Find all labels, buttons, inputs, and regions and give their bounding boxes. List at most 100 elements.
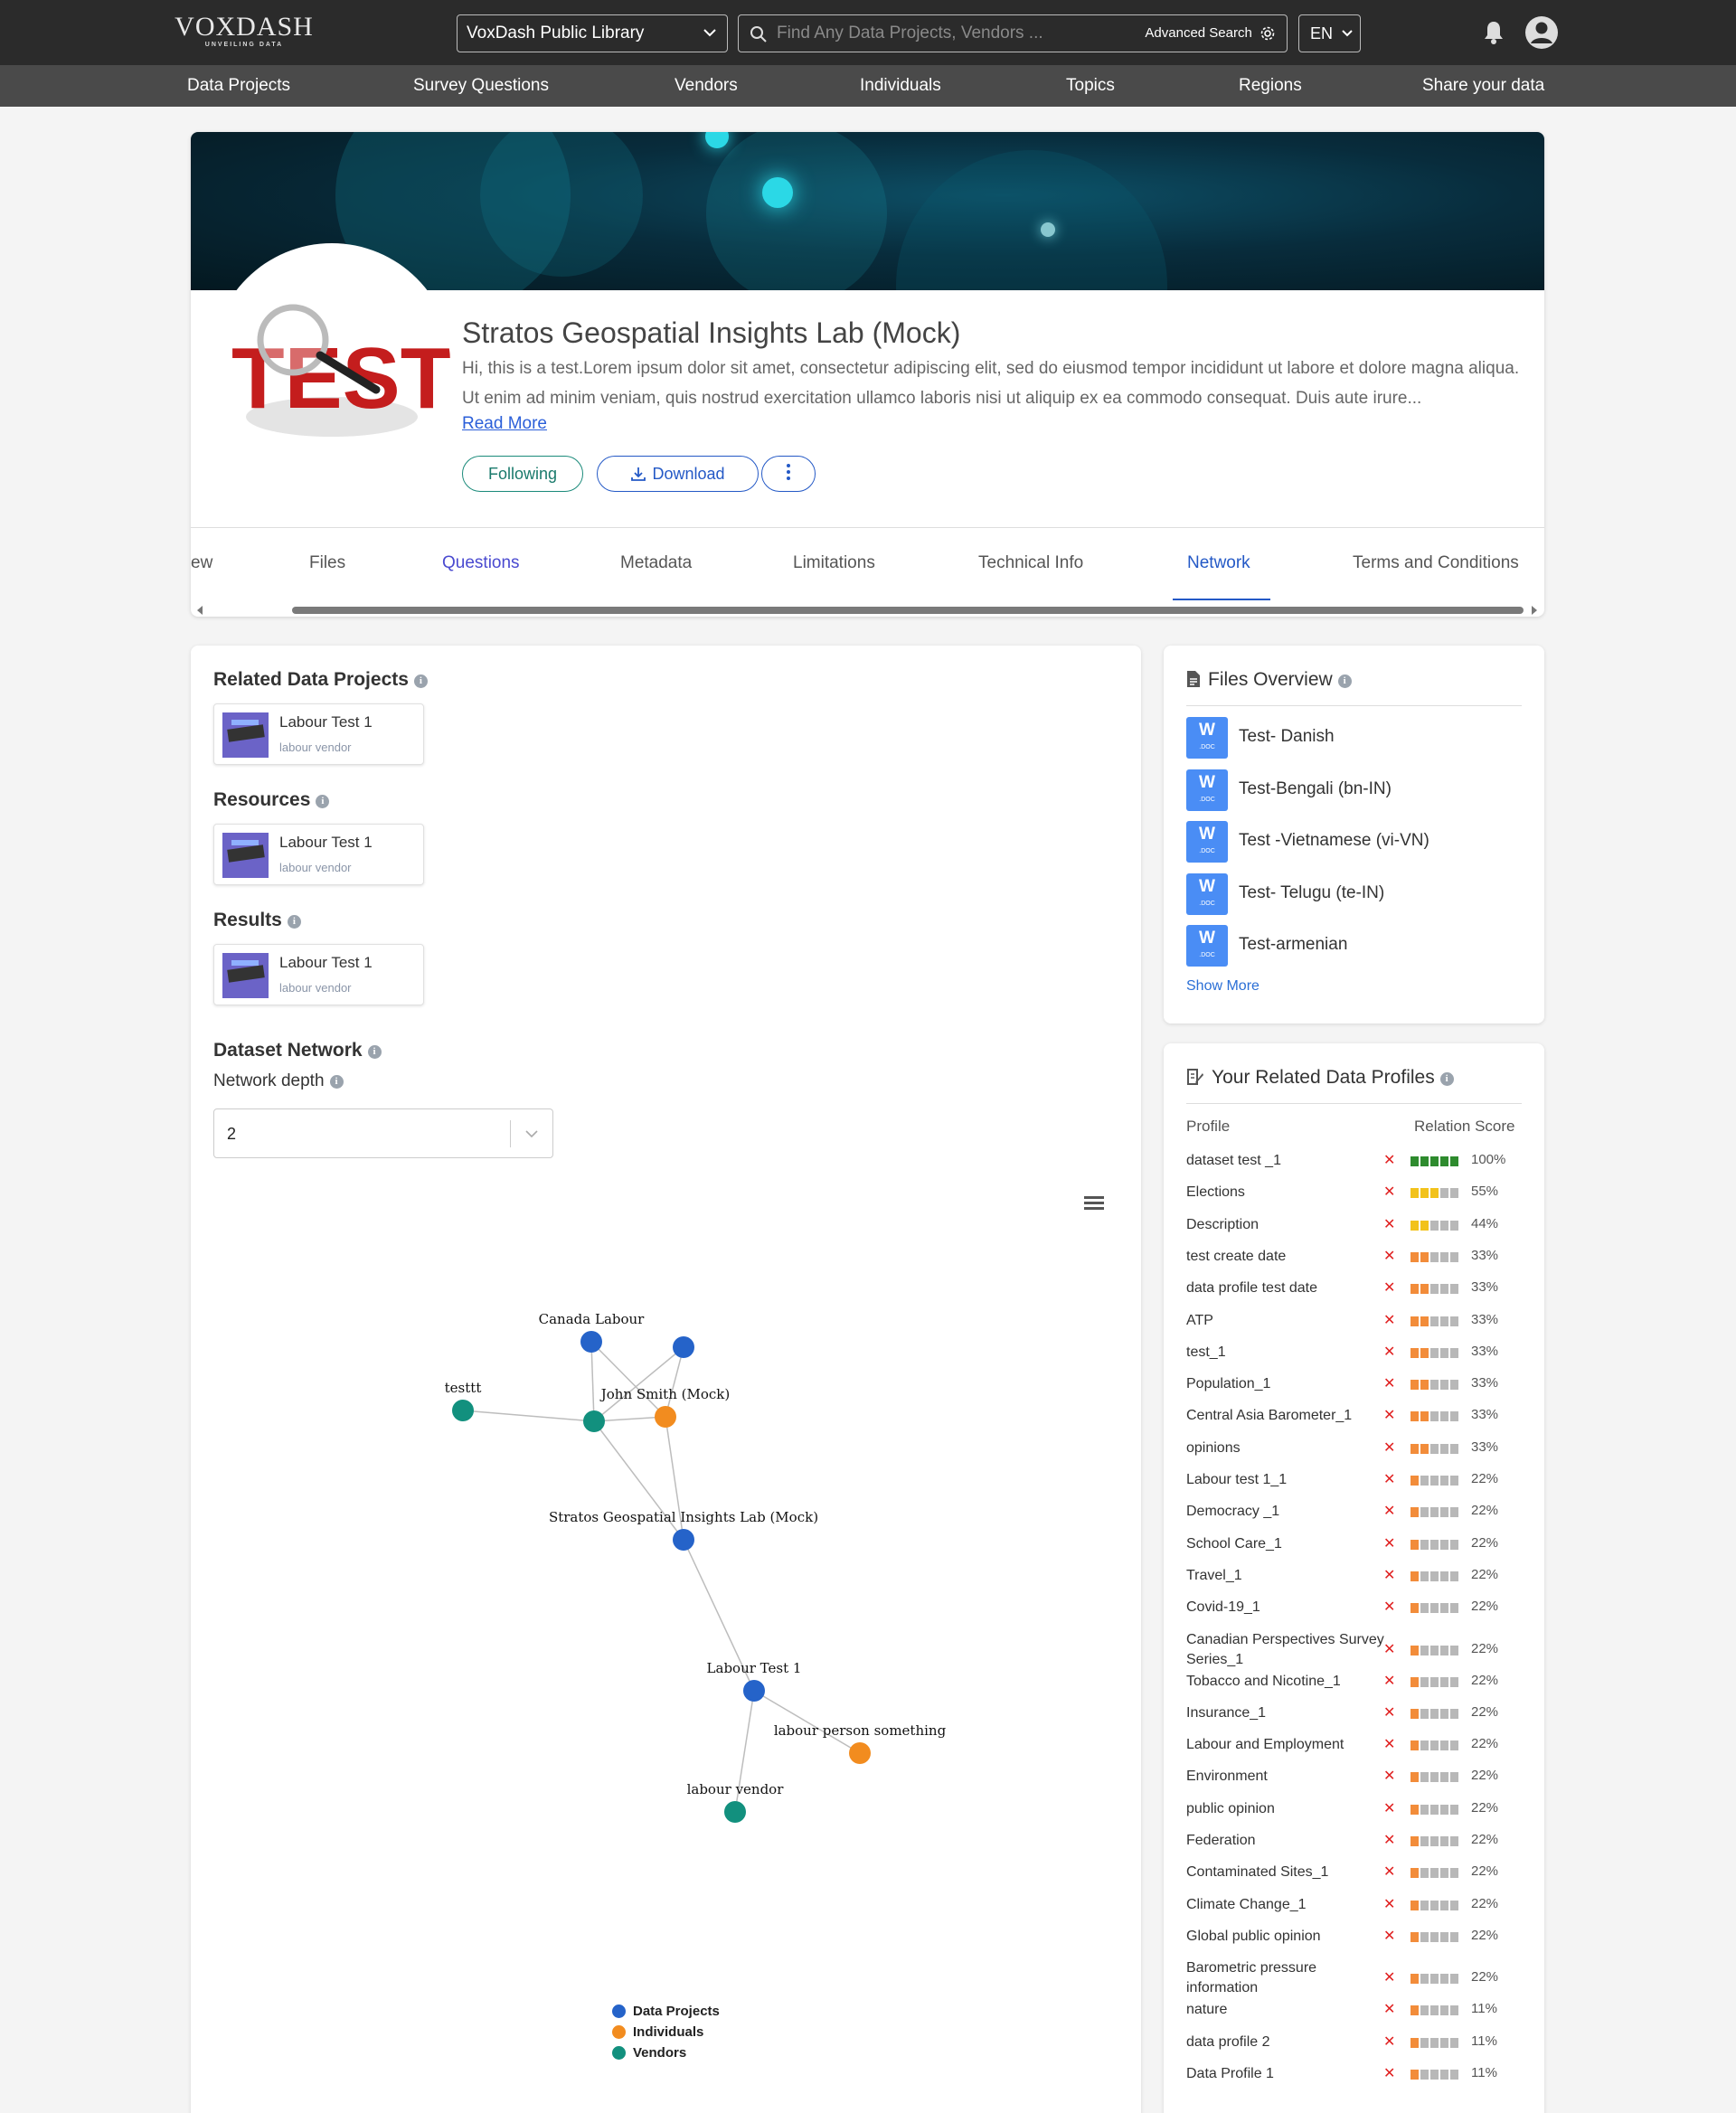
- resource-card[interactable]: Labour Test 1 labour vendor: [213, 824, 424, 885]
- tab-questions[interactable]: Questions: [442, 553, 520, 573]
- remove-profile-icon[interactable]: ✕: [1383, 1672, 1395, 1690]
- remove-profile-icon[interactable]: ✕: [1383, 1311, 1395, 1329]
- profile-row[interactable]: test_1 ✕ 33%: [1186, 1343, 1522, 1374]
- library-select[interactable]: VoxDash Public Library: [457, 14, 728, 52]
- tab-terms-and-conditions[interactable]: Terms and Conditions: [1353, 553, 1519, 573]
- remove-profile-icon[interactable]: ✕: [1383, 1735, 1395, 1753]
- remove-profile-icon[interactable]: ✕: [1383, 1831, 1395, 1849]
- nav-survey-questions[interactable]: Survey Questions: [413, 65, 549, 107]
- network-node-vendor[interactable]: [452, 1400, 474, 1421]
- info-icon[interactable]: i: [329, 1075, 344, 1089]
- remove-profile-icon[interactable]: ✕: [1383, 1968, 1395, 1986]
- more-options-button[interactable]: [761, 456, 816, 492]
- network-node-project[interactable]: [580, 1331, 602, 1353]
- remove-profile-icon[interactable]: ✕: [1383, 1278, 1395, 1297]
- info-icon[interactable]: i: [413, 674, 428, 688]
- tab-overview[interactable]: ew: [191, 553, 212, 573]
- profile-row[interactable]: Covid-19_1 ✕ 22%: [1186, 1598, 1522, 1629]
- tab-technical-info[interactable]: Technical Info: [978, 553, 1083, 573]
- remove-profile-icon[interactable]: ✕: [1383, 1566, 1395, 1584]
- profile-row[interactable]: test create date ✕ 33%: [1186, 1247, 1522, 1278]
- network-node-vendor[interactable]: [583, 1410, 605, 1432]
- profile-row[interactable]: Central Asia Barometer_1 ✕ 33%: [1186, 1406, 1522, 1438]
- read-more-link[interactable]: Read More: [462, 414, 547, 434]
- nav-share-your-data[interactable]: Share your data: [1422, 65, 1544, 107]
- tab-limitations[interactable]: Limitations: [793, 553, 875, 573]
- remove-profile-icon[interactable]: ✕: [1383, 2000, 1395, 2018]
- profile-row[interactable]: data profile 2 ✕ 11%: [1186, 2033, 1522, 2064]
- profile-row[interactable]: public opinion ✕ 22%: [1186, 1799, 1522, 1831]
- remove-profile-icon[interactable]: ✕: [1383, 1895, 1395, 1913]
- legend-item-vendors[interactable]: Vendors: [612, 2045, 720, 2066]
- nav-individuals[interactable]: Individuals: [860, 65, 941, 107]
- profile-row[interactable]: Environment ✕ 22%: [1186, 1767, 1522, 1798]
- profile-row[interactable]: Federation ✕ 22%: [1186, 1831, 1522, 1863]
- remove-profile-icon[interactable]: ✕: [1383, 1502, 1395, 1520]
- scrollbar-thumb[interactable]: [292, 607, 1524, 614]
- remove-profile-icon[interactable]: ✕: [1383, 1703, 1395, 1722]
- network-node-project[interactable]: [673, 1529, 694, 1551]
- voxdash-logo[interactable]: VOXDASH UNVEILING DATA: [172, 13, 316, 49]
- profile-row[interactable]: Labour test 1_1 ✕ 22%: [1186, 1470, 1522, 1502]
- remove-profile-icon[interactable]: ✕: [1383, 1470, 1395, 1488]
- nav-regions[interactable]: Regions: [1239, 65, 1302, 107]
- info-icon[interactable]: i: [287, 915, 301, 929]
- profile-row[interactable]: Climate Change_1 ✕ 22%: [1186, 1895, 1522, 1927]
- legend-item-individuals[interactable]: Individuals: [612, 2024, 720, 2045]
- nav-topics[interactable]: Topics: [1066, 65, 1115, 107]
- remove-profile-icon[interactable]: ✕: [1383, 2064, 1395, 2082]
- related-project-card[interactable]: Labour Test 1 labour vendor: [213, 703, 424, 765]
- user-avatar-icon[interactable]: [1524, 15, 1559, 50]
- result-card[interactable]: Labour Test 1 labour vendor: [213, 944, 424, 1005]
- profile-row[interactable]: data profile test date ✕ 33%: [1186, 1278, 1522, 1310]
- network-node-individual[interactable]: [849, 1742, 871, 1764]
- tab-network[interactable]: Network: [1187, 553, 1250, 573]
- profile-row[interactable]: Barometric pressure information ✕ 22%: [1186, 1958, 1522, 2000]
- profile-row[interactable]: Tobacco and Nicotine_1 ✕ 22%: [1186, 1672, 1522, 1703]
- remove-profile-icon[interactable]: ✕: [1383, 1439, 1395, 1457]
- profile-row[interactable]: ATP ✕ 33%: [1186, 1311, 1522, 1343]
- profile-row[interactable]: Data Profile 1 ✕ 11%: [1186, 2064, 1522, 2096]
- nav-vendors[interactable]: Vendors: [675, 65, 738, 107]
- profile-row[interactable]: School Care_1 ✕ 22%: [1186, 1534, 1522, 1566]
- profile-row[interactable]: opinions ✕ 33%: [1186, 1439, 1522, 1470]
- remove-profile-icon[interactable]: ✕: [1383, 1374, 1395, 1392]
- remove-profile-icon[interactable]: ✕: [1383, 1863, 1395, 1881]
- network-node-individual[interactable]: [655, 1406, 676, 1428]
- network-node-project[interactable]: [743, 1680, 765, 1702]
- profile-row[interactable]: Population_1 ✕ 33%: [1186, 1374, 1522, 1406]
- remove-profile-icon[interactable]: ✕: [1383, 1183, 1395, 1201]
- remove-profile-icon[interactable]: ✕: [1383, 1343, 1395, 1361]
- remove-profile-icon[interactable]: ✕: [1383, 1598, 1395, 1616]
- network-node-project[interactable]: [673, 1336, 694, 1358]
- profile-row[interactable]: nature ✕ 11%: [1186, 2000, 1522, 2032]
- info-icon[interactable]: i: [1337, 674, 1352, 688]
- tab-files[interactable]: Files: [309, 553, 345, 573]
- search-input[interactable]: [777, 15, 1120, 52]
- profile-row[interactable]: Canadian Perspectives Survey Series_1 ✕ 22…: [1186, 1630, 1522, 1672]
- profile-row[interactable]: Description ✕ 44%: [1186, 1215, 1522, 1247]
- remove-profile-icon[interactable]: ✕: [1383, 1151, 1395, 1169]
- advanced-search-button[interactable]: Advanced Search: [1145, 15, 1276, 52]
- remove-profile-icon[interactable]: ✕: [1383, 1927, 1395, 1945]
- legend-item-data-projects[interactable]: Data Projects: [612, 2004, 720, 2024]
- remove-profile-icon[interactable]: ✕: [1383, 2033, 1395, 2051]
- remove-profile-icon[interactable]: ✕: [1383, 1215, 1395, 1233]
- remove-profile-icon[interactable]: ✕: [1383, 1247, 1395, 1265]
- following-button[interactable]: Following: [462, 456, 583, 492]
- profile-row[interactable]: Democracy _1 ✕ 22%: [1186, 1502, 1522, 1533]
- network-depth-select[interactable]: 2: [213, 1108, 553, 1158]
- remove-profile-icon[interactable]: ✕: [1383, 1406, 1395, 1424]
- show-more-link[interactable]: Show More: [1186, 978, 1260, 995]
- profile-row[interactable]: Contaminated Sites_1 ✕ 22%: [1186, 1863, 1522, 1894]
- nav-data-projects[interactable]: Data Projects: [187, 65, 290, 107]
- info-icon[interactable]: i: [316, 795, 330, 808]
- profile-row[interactable]: dataset test _1 ✕ 100%: [1186, 1151, 1522, 1183]
- profile-row[interactable]: Labour and Employment ✕ 22%: [1186, 1735, 1522, 1767]
- remove-profile-icon[interactable]: ✕: [1383, 1767, 1395, 1785]
- remove-profile-icon[interactable]: ✕: [1383, 1640, 1395, 1658]
- tab-metadata[interactable]: Metadata: [620, 553, 692, 573]
- download-button[interactable]: Download: [597, 456, 759, 492]
- profile-row[interactable]: Elections ✕ 55%: [1186, 1183, 1522, 1214]
- network-node-vendor[interactable]: [724, 1801, 746, 1823]
